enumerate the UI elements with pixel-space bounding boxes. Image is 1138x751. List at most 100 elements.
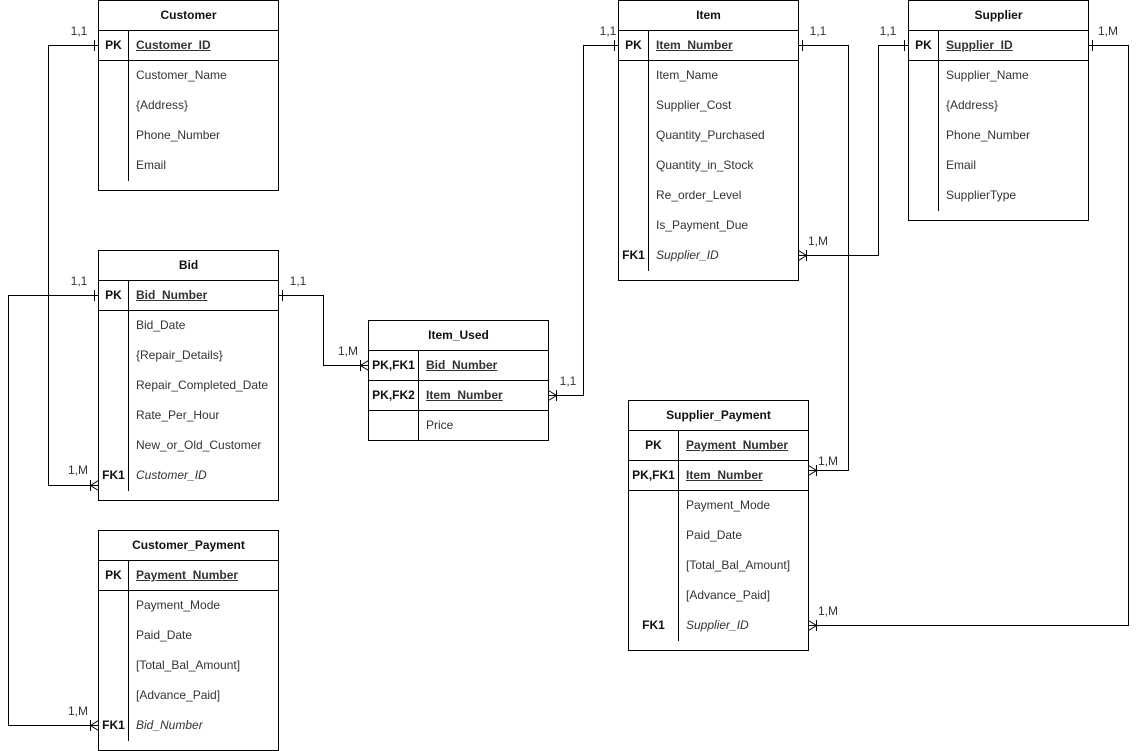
- key-label: PK: [105, 288, 122, 302]
- key-label: PK: [105, 568, 122, 582]
- attribute[interactable]: Rate_Per_Hour: [129, 401, 278, 431]
- attribute[interactable]: Quantity_Purchased: [649, 121, 798, 151]
- attribute[interactable]: {Address}: [129, 91, 278, 121]
- entity-title: Item_Used: [369, 321, 548, 351]
- primary-key-attribute[interactable]: Payment_Number: [129, 561, 278, 590]
- foreign-key-attribute[interactable]: Supplier_ID: [649, 241, 798, 271]
- attribute[interactable]: Payment_Mode: [129, 591, 278, 621]
- attribute[interactable]: {Address}: [939, 91, 1088, 121]
- attribute[interactable]: Supplier_Name: [939, 61, 1088, 91]
- cardinality-label: 1,M: [1097, 24, 1119, 38]
- attribute[interactable]: Email: [939, 151, 1088, 181]
- attribute[interactable]: [Total_Bal_Amount]: [129, 651, 278, 681]
- cardinality-label: 1,M: [817, 604, 839, 618]
- key-label: PK: [645, 438, 662, 452]
- entity-title: Supplier_Payment: [629, 401, 808, 431]
- entity-title: Customer_Payment: [99, 531, 278, 561]
- cardinality-label: 1,1: [289, 274, 307, 288]
- entity-customer[interactable]: Customer PK Customer_ID Customer_Name {A…: [98, 0, 279, 191]
- primary-key-attribute[interactable]: Bid_Number: [419, 351, 548, 380]
- primary-key-attribute[interactable]: Item_Number: [679, 461, 808, 490]
- key-label: [99, 121, 128, 151]
- key-label: [99, 591, 128, 621]
- attribute[interactable]: Is_Payment_Due: [649, 211, 798, 241]
- primary-key-attribute[interactable]: Item_Number: [419, 381, 548, 410]
- attribute[interactable]: Price: [419, 411, 548, 440]
- foreign-key-attribute[interactable]: Customer_ID: [129, 461, 278, 491]
- cardinality-label: 1,M: [67, 704, 89, 718]
- attribute[interactable]: SupplierType: [939, 181, 1088, 211]
- cardinality-label: 1,1: [879, 24, 897, 38]
- attribute[interactable]: Phone_Number: [129, 121, 278, 151]
- key-label: [99, 681, 128, 711]
- attribute-section: Customer_Name {Address} Phone_Number Ema…: [99, 61, 278, 190]
- key-label: [909, 181, 938, 211]
- key-label: [99, 311, 128, 341]
- key-label: [619, 61, 648, 91]
- connector-bid-customer-payment[interactable]: [8, 295, 99, 726]
- attribute[interactable]: New_or_Old_Customer: [129, 431, 278, 461]
- key-label: FK1: [102, 468, 125, 482]
- attribute[interactable]: Email: [129, 151, 278, 181]
- attribute[interactable]: Quantity_in_Stock: [649, 151, 798, 181]
- key-label: [909, 151, 938, 181]
- entity-customer-payment[interactable]: Customer_Payment PK Payment_Number FK1 P…: [98, 530, 279, 751]
- cardinality-label: 1,1: [70, 24, 88, 38]
- entity-supplier[interactable]: Supplier PK Supplier_ID Supplier_Name {A…: [908, 0, 1089, 221]
- key-label: [909, 91, 938, 121]
- key-label: PK,FK1: [372, 358, 415, 372]
- attribute[interactable]: [Advance_Paid]: [679, 581, 808, 611]
- cardinality-label: 1,M: [807, 234, 829, 248]
- foreign-key-attribute[interactable]: Bid_Number: [129, 711, 278, 741]
- attribute-section: FK1 Bid_Date {Repair_Details} Repair_Com…: [99, 311, 278, 500]
- attribute-section: FK1 Payment_Mode Paid_Date [Total_Bal_Am…: [99, 591, 278, 750]
- attribute[interactable]: Re_order_Level: [649, 181, 798, 211]
- primary-key-attribute[interactable]: Item_Number: [649, 31, 798, 60]
- key-label: [99, 621, 128, 651]
- key-label: [629, 581, 678, 611]
- cardinality-label: 1,M: [337, 344, 359, 358]
- attribute[interactable]: Supplier_Cost: [649, 91, 798, 121]
- key-label: FK1: [622, 248, 645, 262]
- attribute[interactable]: Repair_Completed_Date: [129, 371, 278, 401]
- attribute[interactable]: Item_Name: [649, 61, 798, 91]
- key-label: [99, 341, 128, 371]
- attribute[interactable]: [Total_Bal_Amount]: [679, 551, 808, 581]
- primary-key-attribute[interactable]: Bid_Number: [129, 281, 278, 310]
- attribute[interactable]: Phone_Number: [939, 121, 1088, 151]
- key-label: [629, 551, 678, 581]
- entity-title: Item: [619, 1, 798, 31]
- primary-key-attribute[interactable]: Supplier_ID: [939, 31, 1088, 60]
- key-label: [99, 61, 128, 91]
- connector-supplier-item[interactable]: [798, 45, 909, 256]
- primary-key-section: PK Payment_Number: [629, 431, 808, 461]
- key-label: [909, 121, 938, 151]
- attribute[interactable]: Customer_Name: [129, 61, 278, 91]
- attribute[interactable]: Payment_Mode: [679, 491, 808, 521]
- primary-key-section: PK Customer_ID: [99, 31, 278, 61]
- key-label: [619, 181, 648, 211]
- entity-item-used[interactable]: Item_Used PK,FK1 Bid_Number PK,FK2 Item_…: [368, 320, 549, 441]
- entity-supplier-payment[interactable]: Supplier_Payment PK Payment_Number PK,FK…: [628, 400, 809, 651]
- primary-key-section: PK Supplier_ID: [909, 31, 1088, 61]
- connector-item-item-used[interactable]: [548, 45, 619, 396]
- attribute[interactable]: Bid_Date: [129, 311, 278, 341]
- key-label: [629, 491, 678, 521]
- entity-item[interactable]: Item PK Item_Number FK1 Item_Name Suppli…: [618, 0, 799, 281]
- primary-key-attribute[interactable]: Payment_Number: [679, 431, 808, 460]
- entity-bid[interactable]: Bid PK Bid_Number FK1 Bid_Date {Repair_D…: [98, 250, 279, 501]
- attribute[interactable]: Paid_Date: [129, 621, 278, 651]
- attribute[interactable]: {Repair_Details}: [129, 341, 278, 371]
- primary-key-section: PK Bid_Number: [99, 281, 278, 311]
- attribute[interactable]: [Advance_Paid]: [129, 681, 278, 711]
- cardinality-label: 1,M: [67, 463, 89, 477]
- primary-key-attribute[interactable]: Customer_ID: [129, 31, 278, 60]
- attribute-section: Supplier_Name {Address} Phone_Number Ema…: [909, 61, 1088, 220]
- entity-title: Bid: [99, 251, 278, 281]
- key-label: [99, 401, 128, 431]
- cardinality-label: 1,1: [559, 374, 577, 388]
- key-label: [909, 61, 938, 91]
- attribute[interactable]: Paid_Date: [679, 521, 808, 551]
- connector-customer-bid[interactable]: [48, 45, 99, 486]
- foreign-key-attribute[interactable]: Supplier_ID: [679, 611, 808, 641]
